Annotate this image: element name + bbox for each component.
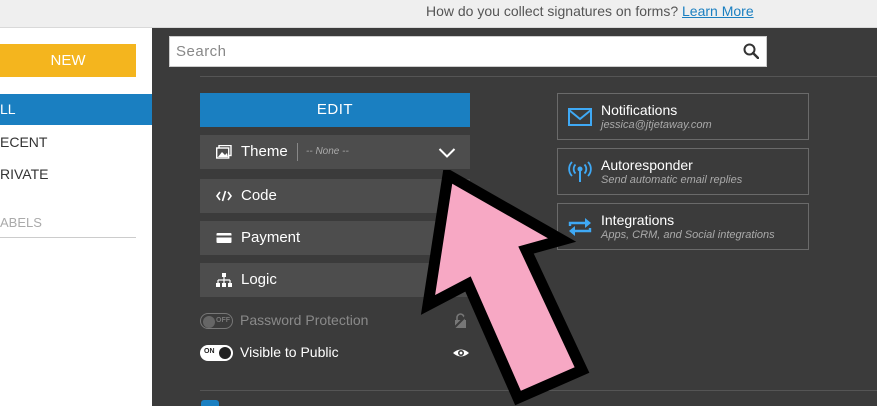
visible-to-public-label: Visible to Public: [240, 344, 339, 360]
banner-message: How do you collect signatures on forms? …: [426, 3, 754, 19]
learn-more-link[interactable]: Learn More: [682, 3, 754, 19]
toggle-knob: [219, 347, 231, 359]
partial-icon: [201, 400, 219, 406]
theme-value: -- None --: [306, 146, 349, 157]
search-icon[interactable]: [743, 43, 759, 59]
password-protection-label: Password Protection: [240, 312, 369, 328]
sidebar: NEW LL ECENT RIVATE ABELS: [0, 28, 152, 406]
separator: [297, 143, 298, 161]
notifications-card[interactable]: Notifications jessica@jtjetaway.com: [557, 93, 809, 140]
sidebar-item-all[interactable]: LL: [0, 94, 152, 125]
envelope-icon: [568, 108, 592, 126]
search-input[interactable]: [170, 37, 730, 66]
divider: [200, 76, 877, 77]
theme-option[interactable]: Theme -- None --: [200, 135, 470, 169]
credit-card-icon: [216, 233, 232, 243]
visible-to-public-toggle[interactable]: ON: [200, 345, 233, 361]
chevron-down-icon[interactable]: [438, 147, 456, 159]
annotation-arrow-icon: [420, 170, 590, 406]
autoresponder-subtitle: Send automatic email replies: [601, 174, 743, 186]
password-protection-toggle[interactable]: OFF: [200, 313, 233, 329]
integrations-subtitle: Apps, CRM, and Social integrations: [601, 229, 775, 241]
autoresponder-title: Autoresponder: [601, 157, 693, 173]
logic-tree-icon: [216, 273, 232, 287]
banner-text: How do you collect signatures on forms?: [426, 3, 679, 19]
toggle-state: OFF: [216, 317, 230, 324]
sidebar-item-private[interactable]: RIVATE: [0, 159, 152, 190]
labels-heading: ABELS: [0, 215, 136, 238]
code-icon: [216, 190, 232, 202]
edit-button[interactable]: EDIT: [200, 93, 470, 127]
new-button[interactable]: NEW: [0, 44, 136, 77]
sidebar-item-recent[interactable]: ECENT: [0, 127, 152, 158]
theme-icon: [216, 145, 232, 159]
toggle-knob: [203, 316, 215, 328]
logic-label: Logic: [241, 271, 277, 288]
theme-label: Theme: [241, 143, 288, 160]
search-box: [169, 36, 767, 67]
notifications-title: Notifications: [601, 102, 678, 118]
top-banner: How do you collect signatures on forms? …: [0, 0, 877, 28]
notifications-subtitle: jessica@jtjetaway.com: [601, 119, 712, 131]
integrations-title: Integrations: [601, 212, 675, 228]
toggle-state: ON: [204, 348, 215, 355]
payment-label: Payment: [241, 229, 301, 246]
code-label: Code: [241, 187, 277, 204]
